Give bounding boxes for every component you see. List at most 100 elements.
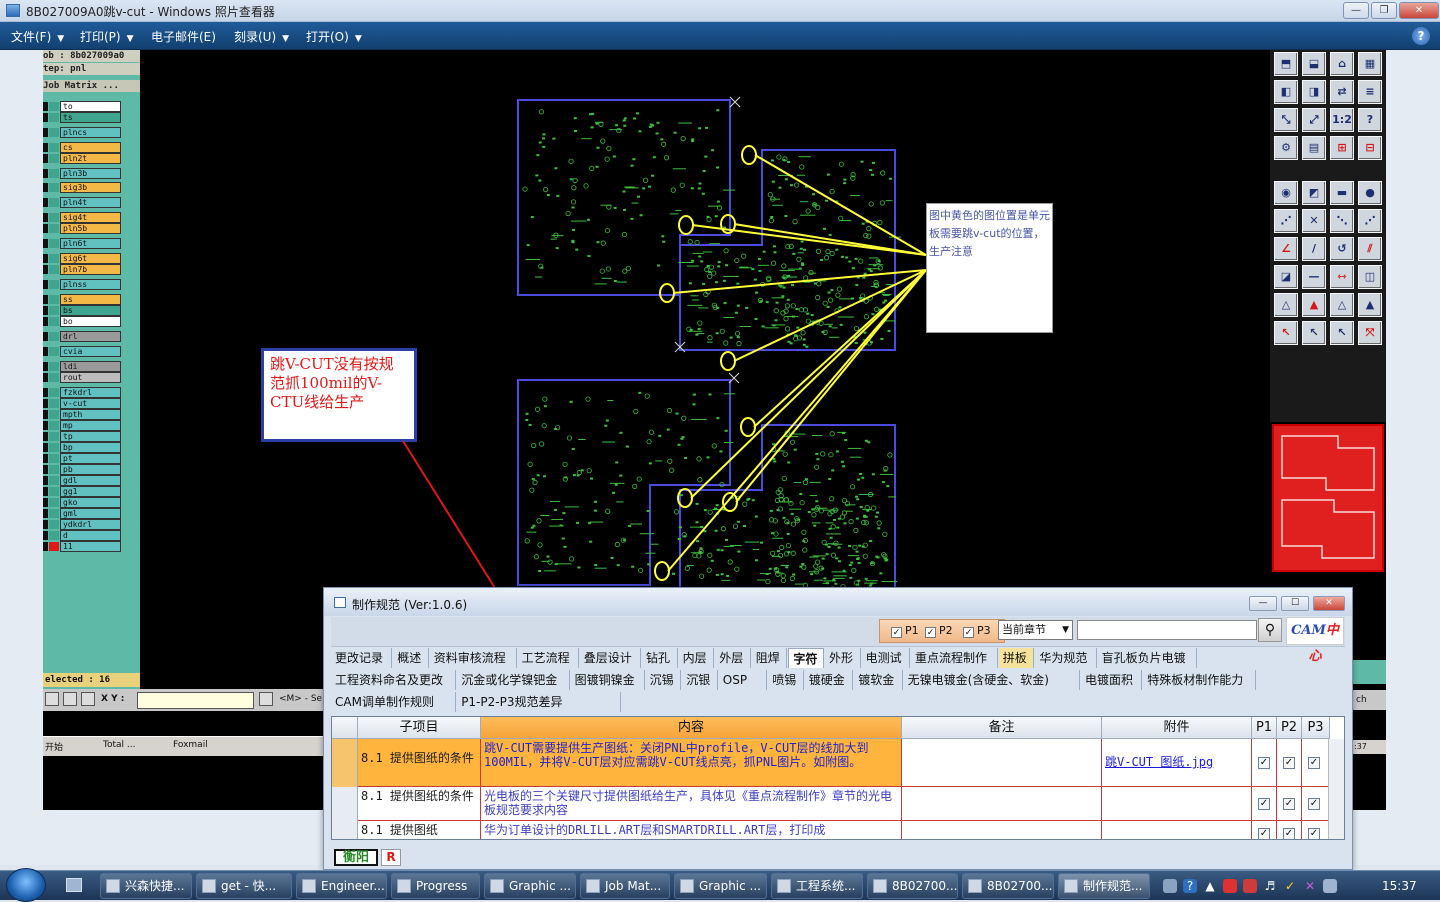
layer-color-swatch[interactable] [49, 169, 59, 178]
checkbox[interactable]: ✓ [891, 627, 902, 638]
cam-tool-icon[interactable]: ⚙ [1274, 136, 1298, 160]
layer-row[interactable]: mp [43, 420, 140, 431]
layer-color-swatch[interactable] [49, 362, 59, 371]
select-all-header[interactable] [332, 717, 358, 739]
layer-row[interactable]: drl [43, 331, 140, 342]
cam-tool-icon[interactable]: ◪ [1274, 264, 1298, 289]
layer-toggle[interactable] [43, 317, 48, 326]
cam-tool-icon[interactable]: ∠ [1274, 236, 1298, 261]
layer-row[interactable]: cs [43, 142, 140, 153]
layer-color-swatch[interactable] [49, 542, 59, 551]
layer-color-swatch[interactable] [49, 183, 59, 192]
xy-coordinate-input[interactable] [137, 692, 254, 709]
layer-row[interactable]: sig3b [43, 182, 140, 193]
filter-p2[interactable]: ✓ P2 [925, 624, 953, 638]
spec-tab[interactable]: 沉金或化学镍钯金 [457, 670, 570, 690]
cam-tool-icon[interactable]: ▲ [1302, 292, 1326, 317]
layer-toggle[interactable] [43, 476, 48, 485]
checkbox[interactable]: ✓ [963, 627, 974, 638]
layer-toggle[interactable] [43, 388, 48, 397]
layer-color-swatch[interactable] [49, 465, 59, 474]
layer-toggle[interactable] [43, 113, 48, 122]
spec-tab[interactable]: P1-P2-P3规范差异 [457, 692, 621, 712]
cam-tool-icon[interactable]: ⋱ [1330, 208, 1354, 233]
layer-toggle[interactable] [43, 213, 48, 222]
search-input[interactable] [1077, 620, 1257, 640]
spec-tab[interactable]: 内层 [679, 648, 715, 668]
taskbar-item[interactable]: 8B02700... [867, 873, 958, 899]
taskbar-item[interactable]: Engineer... [296, 873, 387, 899]
layer-toggle[interactable] [43, 542, 48, 551]
menu-email[interactable]: 电子邮件(E) [151, 28, 216, 45]
layer-row[interactable]: ldi [43, 361, 140, 372]
checkbox-p1[interactable]: ✓ [1258, 828, 1270, 839]
row-header[interactable] [332, 787, 358, 821]
layer-toggle[interactable] [43, 498, 48, 507]
layer-row[interactable]: gko [43, 497, 140, 508]
spec-tab[interactable]: 华为规范 [1035, 648, 1097, 668]
cam-tool-icon[interactable]: ↖ [1330, 320, 1354, 345]
checkbox-p2[interactable]: ✓ [1283, 798, 1295, 810]
col-header-sub[interactable]: 子项目 [358, 717, 481, 739]
cam-tool-icon[interactable]: ⬓ [1302, 52, 1326, 76]
taskbar-item[interactable]: get - 快... [196, 873, 292, 899]
layer-color-swatch[interactable] [49, 265, 59, 274]
taskbar-item[interactable]: Job Mat... [580, 873, 670, 899]
layer-row[interactable]: gg1 [43, 486, 140, 497]
layer-color-swatch[interactable] [49, 128, 59, 137]
spec-tab[interactable]: 电测试 [862, 648, 910, 668]
layer-row[interactable]: to [43, 101, 140, 112]
layer-color-swatch[interactable] [49, 421, 59, 430]
cam-tool-icon[interactable]: ▲ [1358, 292, 1382, 317]
cam-tool-icon[interactable]: ? [1358, 108, 1382, 132]
spec-tab[interactable]: CAM调单制作规则 [331, 692, 457, 712]
spec-tab[interactable]: 喷锡 [768, 670, 804, 690]
layer-color-swatch[interactable] [49, 143, 59, 152]
layer-color-swatch[interactable] [49, 432, 59, 441]
cam-tool-icon[interactable]: ⬒ [1274, 52, 1298, 76]
x-tray-icon[interactable]: ✕ [1303, 879, 1317, 893]
tool-icon[interactable] [45, 692, 59, 706]
cam-tool-icon[interactable]: ◉ [1274, 180, 1298, 205]
checkbox-p1[interactable]: ✓ [1258, 757, 1270, 769]
filter-p1[interactable]: ✓ P1 [891, 624, 919, 638]
inner-task-total[interactable]: Total ... [103, 740, 135, 750]
taskbar-item[interactable]: 8B02700... [962, 873, 1054, 899]
spec-tab[interactable]: 外层 [715, 648, 751, 668]
inner-task-foxmail[interactable]: Foxmail [173, 740, 208, 750]
cam-tool-icon[interactable]: ⋰ [1358, 208, 1382, 233]
layer-color-swatch[interactable] [49, 295, 59, 304]
layer-toggle[interactable] [43, 454, 48, 463]
table-scrollbar[interactable] [1328, 739, 1344, 839]
layer-color-swatch[interactable] [49, 280, 59, 289]
layer-toggle[interactable] [43, 102, 48, 111]
spec-tab[interactable]: 拼板 [998, 648, 1035, 668]
layer-row[interactable]: 11 [43, 541, 140, 552]
close-button[interactable]: ✕ [1399, 2, 1439, 19]
layer-color-swatch[interactable] [49, 102, 59, 111]
cam-tool-icon[interactable]: ⇿ [1330, 264, 1354, 289]
layer-color-swatch[interactable] [49, 476, 59, 485]
spec-tab[interactable]: 图镀铜镍金 [571, 670, 645, 690]
start-button[interactable] [6, 868, 46, 902]
layer-row[interactable]: rout [43, 372, 140, 383]
cam-tool-icon[interactable]: ⤢ [1302, 108, 1326, 132]
dialog-maximize-button[interactable]: ☐ [1281, 596, 1309, 611]
layer-toggle[interactable] [43, 509, 48, 518]
layer-row[interactable]: gdl [43, 475, 140, 486]
col-header-p3[interactable]: P3 [1302, 717, 1330, 739]
layer-row[interactable]: bo [43, 316, 140, 327]
layer-row[interactable]: pln2t [43, 153, 140, 164]
layer-toggle[interactable] [43, 465, 48, 474]
layer-color-swatch[interactable] [49, 410, 59, 419]
keyboard-icon[interactable] [1163, 879, 1177, 893]
cam-tool-icon[interactable]: ≡ [1358, 80, 1382, 104]
layer-toggle[interactable] [43, 224, 48, 233]
layer-color-swatch[interactable] [49, 531, 59, 540]
inner-start[interactable]: 开始 [45, 740, 63, 753]
layer-color-swatch[interactable] [49, 198, 59, 207]
layer-color-swatch[interactable] [49, 443, 59, 452]
layer-toggle[interactable] [43, 128, 48, 137]
cam-tool-icon[interactable]: / [1302, 236, 1326, 261]
spec-tab[interactable]: 镀硬金 [805, 670, 854, 690]
